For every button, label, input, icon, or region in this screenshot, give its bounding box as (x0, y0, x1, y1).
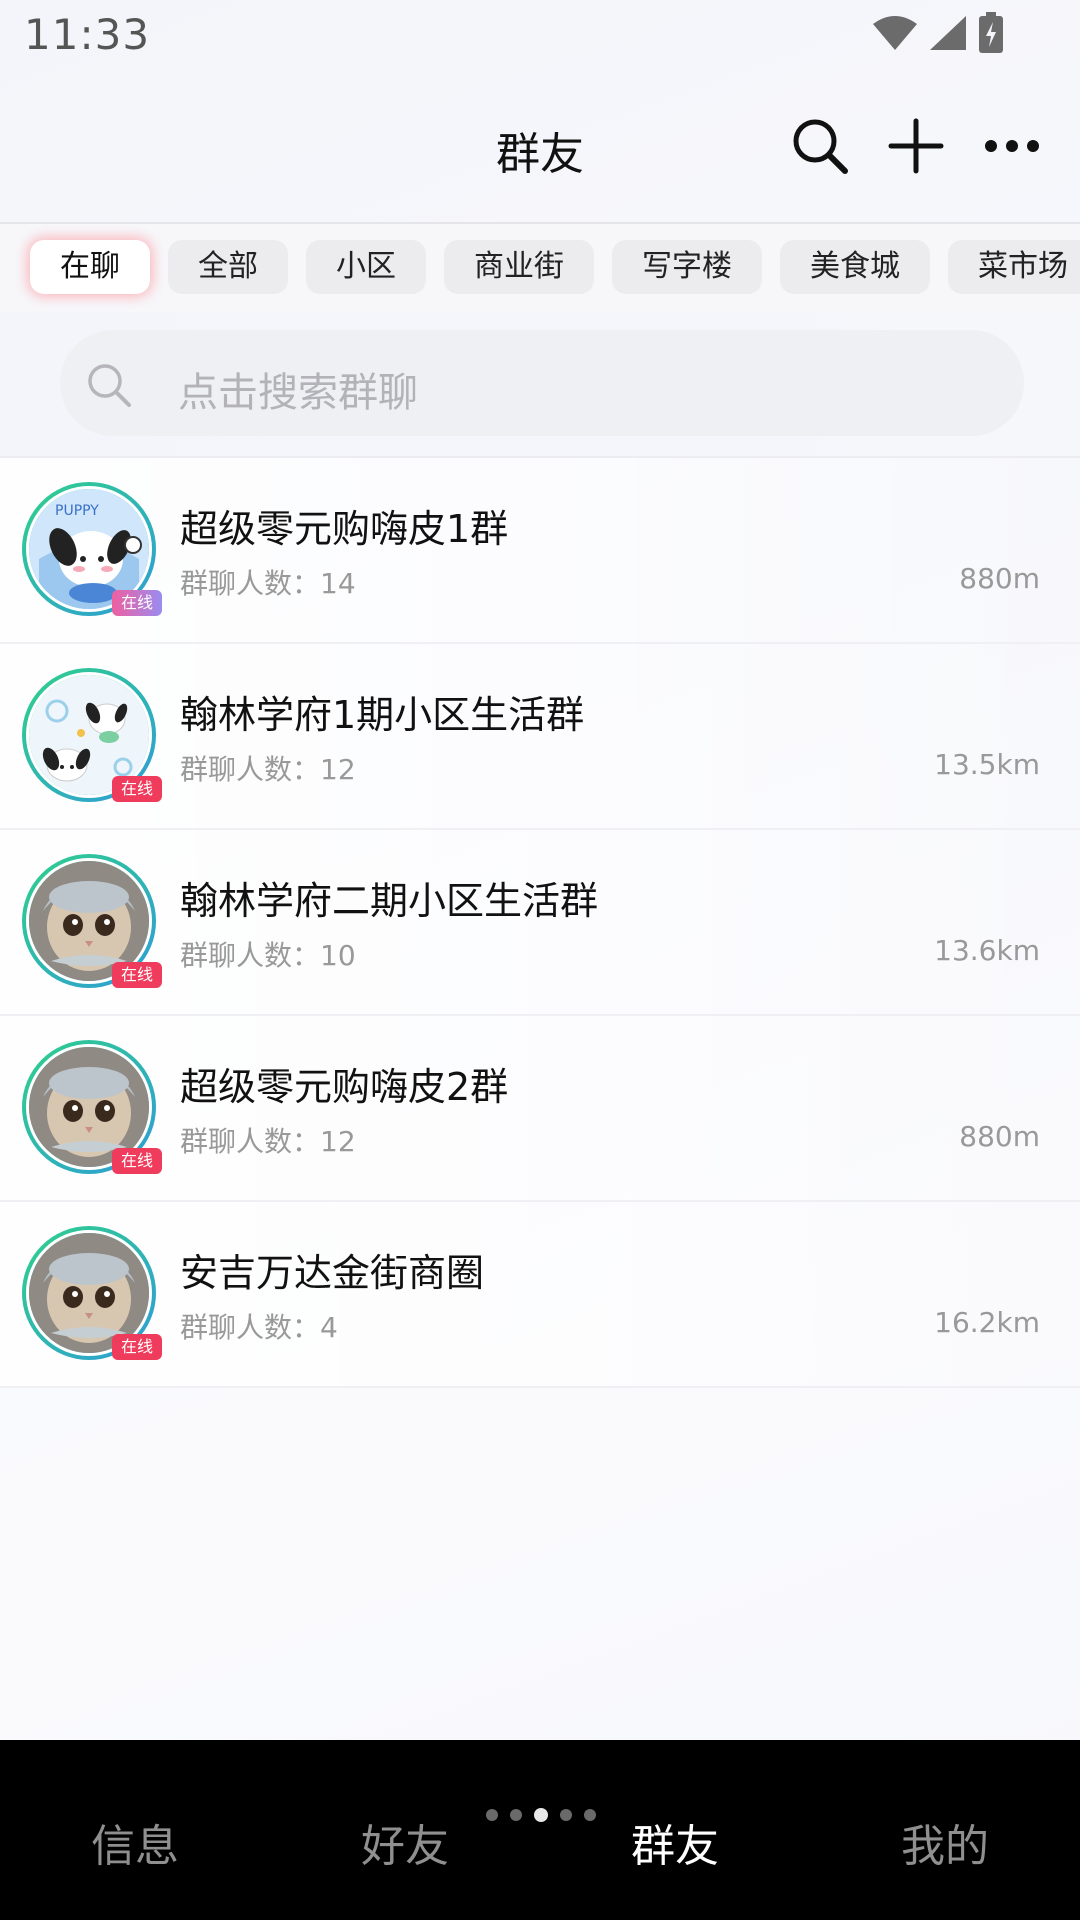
distance: 13.6km (934, 934, 1040, 967)
group-name: 翰林学府1期小区生活群 (180, 693, 585, 737)
online-badge: 在线 (112, 1334, 162, 1360)
category-chips-bar: 在聊 全部 小区 商业街 写字楼 美食城 菜市场 (0, 224, 1080, 312)
member-count: 群聊人数：14 (180, 567, 356, 600)
header: 群友 (0, 74, 1080, 224)
tab-me[interactable]: 我的 (810, 1810, 1080, 1874)
chip-commercial-street[interactable]: 商业街 (444, 240, 594, 294)
chip-office-building[interactable]: 写字楼 (612, 240, 762, 294)
online-badge: 在线 (112, 962, 162, 988)
group-name: 翰林学府二期小区生活群 (180, 879, 599, 923)
page-dot-active (534, 1808, 548, 1822)
signal-icon (928, 14, 968, 56)
distance: 880m (959, 1120, 1040, 1153)
group-list-item[interactable]: 在线 翰林学府二期小区生活群 群聊人数：10 13.6km (0, 830, 1080, 1016)
svg-text:PUPPY: PUPPY (55, 503, 99, 519)
online-badge: 在线 (112, 776, 162, 802)
distance: 880m (959, 562, 1040, 595)
search-area: 点击搜索群聊 (0, 312, 1080, 458)
chip-chatting[interactable]: 在聊 (30, 240, 150, 294)
group-list: PUPPY 在线 超级零元购嗨皮1群 群聊人数：14 880m 在线 翰林学府1… (0, 458, 1080, 1388)
category-chip-row: 在聊 全部 小区 商业街 写字楼 美食城 菜市场 (30, 240, 1080, 294)
search-icon[interactable] (788, 114, 852, 178)
page-dot (560, 1809, 572, 1821)
status-icons (872, 12, 1004, 58)
page-dot (584, 1809, 596, 1821)
header-actions (788, 114, 1044, 178)
search-placeholder: 点击搜索群聊 (178, 370, 418, 416)
search-field-icon (88, 364, 131, 407)
group-list-item[interactable]: 在线 超级零元购嗨皮2群 群聊人数：12 880m (0, 1016, 1080, 1202)
group-name: 超级零元购嗨皮2群 (180, 1065, 509, 1109)
member-count: 群聊人数：12 (180, 753, 356, 786)
online-badge: 在线 (112, 1148, 162, 1174)
page-indicator-dots (486, 1808, 596, 1822)
group-name: 超级零元购嗨皮1群 (180, 507, 509, 551)
group-list-item[interactable]: 在线 安吉万达金街商圈 群聊人数：4 16.2km (0, 1202, 1080, 1388)
battery-icon (978, 12, 1004, 58)
more-icon[interactable] (980, 114, 1044, 178)
member-count: 群聊人数：12 (180, 1125, 356, 1158)
tab-messages[interactable]: 信息 (0, 1810, 270, 1874)
group-name: 安吉万达金街商圈 (180, 1251, 485, 1295)
distance: 16.2km (934, 1306, 1040, 1339)
chip-market[interactable]: 菜市场 (948, 240, 1080, 294)
member-count: 群聊人数：10 (180, 939, 356, 972)
distance: 13.5km (934, 748, 1040, 781)
chip-community[interactable]: 小区 (306, 240, 426, 294)
group-list-item[interactable]: PUPPY 在线 超级零元购嗨皮1群 群聊人数：14 880m (0, 458, 1080, 644)
chip-all[interactable]: 全部 (168, 240, 288, 294)
page-dot (486, 1809, 498, 1821)
member-count: 群聊人数：4 (180, 1311, 338, 1344)
page-dot (510, 1809, 522, 1821)
wifi-icon (872, 14, 918, 56)
online-badge: 在线 (112, 590, 162, 616)
status-time: 11:33 (24, 10, 151, 59)
chip-food-court[interactable]: 美食城 (780, 240, 930, 294)
bottom-nav: 信息 好友 群友 我的 (0, 1740, 1080, 1920)
search-input[interactable]: 点击搜索群聊 (60, 330, 1024, 436)
status-bar: 11:33 (0, 0, 1080, 74)
plus-icon[interactable] (884, 114, 948, 178)
group-list-item[interactable]: 在线 翰林学府1期小区生活群 群聊人数：12 13.5km (0, 644, 1080, 830)
